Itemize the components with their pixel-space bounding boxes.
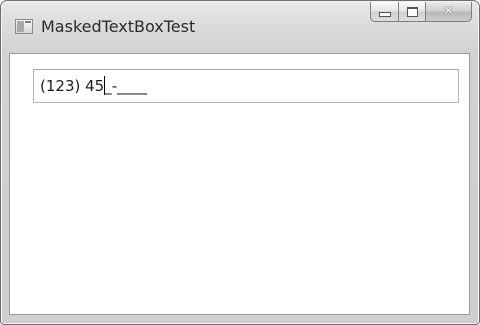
close-icon: ✕ [443,4,454,19]
maximize-icon [406,6,418,17]
window-app-icon[interactable] [15,19,33,34]
maximize-button[interactable] [398,2,425,22]
app-window: MaskedTextBoxTest ✕ (123) 45_-____ [0,0,480,325]
client-area: (123) 45_-____ [9,53,470,315]
window-title: MaskedTextBoxTest [41,17,196,36]
masked-text-entered: (123) 45 [40,77,105,95]
masked-text-placeholder: _-____ [104,77,148,95]
minimize-icon [378,12,391,17]
caption-buttons: ✕ [370,2,472,23]
minimize-button[interactable] [370,2,398,22]
close-button[interactable]: ✕ [425,2,472,22]
title-bar[interactable]: MaskedTextBoxTest ✕ [1,1,479,53]
masked-text-box[interactable]: (123) 45_-____ [33,69,459,103]
